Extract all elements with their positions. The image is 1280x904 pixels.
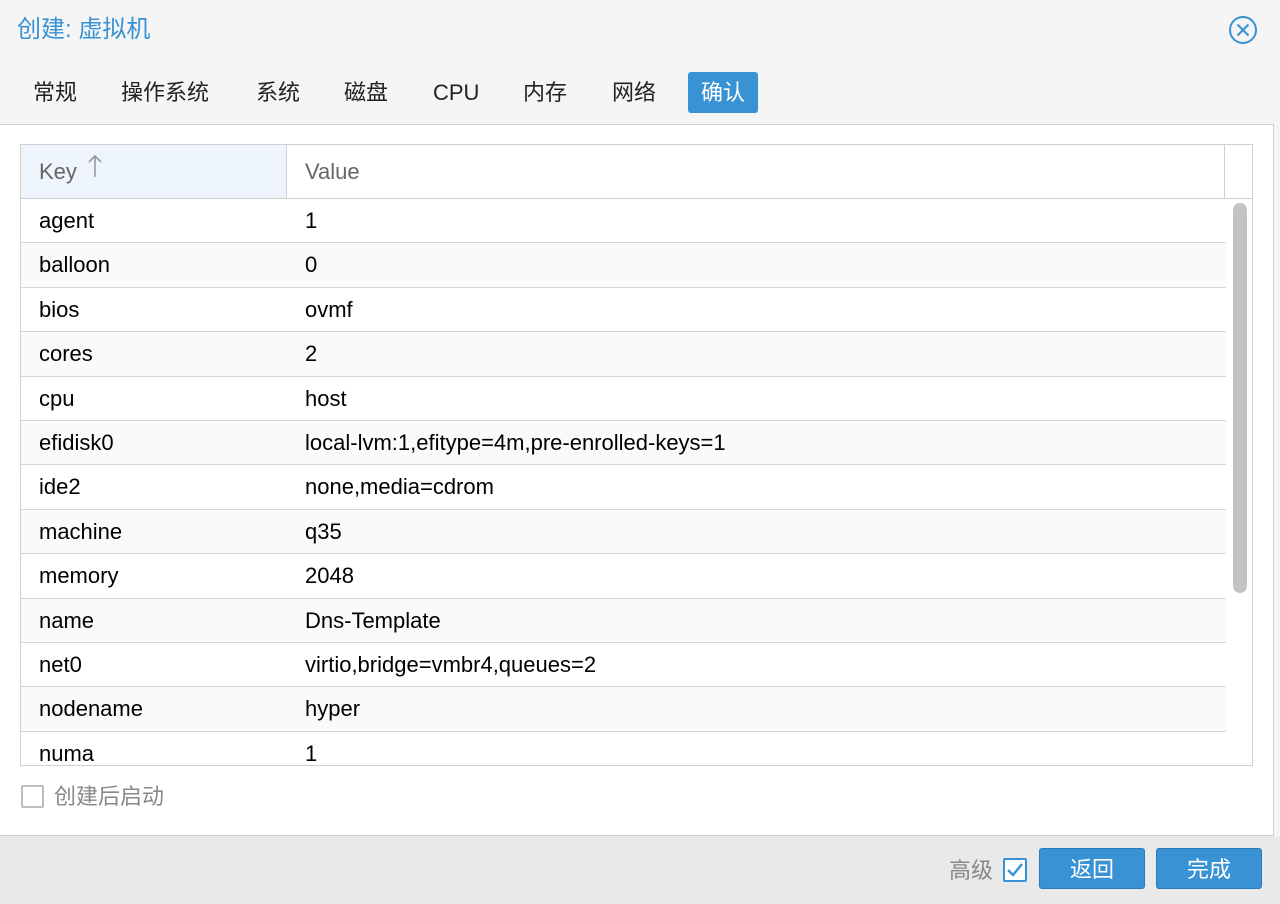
row-value: Dns-Template bbox=[305, 607, 441, 633]
row-key: ide2 bbox=[39, 474, 81, 500]
sort-ascending-icon bbox=[87, 145, 103, 198]
row-key: machine bbox=[39, 518, 123, 544]
table-row[interactable]: net0 virtio,bridge=vmbr4,queues=2 bbox=[21, 643, 1226, 688]
row-value: q35 bbox=[305, 518, 342, 544]
table-row[interactable]: balloon 0 bbox=[21, 243, 1226, 288]
row-value: hyper bbox=[305, 696, 361, 722]
summary-grid: Key Value agent 1 balloon 0 bios ovmf cores 2 cp… bbox=[20, 144, 1253, 766]
wizard-tabs: 常规 操作系统 系统 磁盘 CPU 内存 网络 确认 bbox=[0, 70, 1280, 116]
table-row[interactable]: cpu host bbox=[21, 377, 1226, 421]
create-vm-dialog: 创建: 虚拟机 常规 操作系统 系统 磁盘 CPU 内存 网络 确认 Key V… bbox=[0, 0, 1280, 904]
column-header-key-label: Key bbox=[39, 159, 77, 184]
grid-scrollbar[interactable] bbox=[1233, 203, 1247, 593]
dialog-titlebar: 创建: 虚拟机 bbox=[0, 0, 1280, 62]
row-value: 1 bbox=[305, 208, 318, 233]
row-key: cpu bbox=[39, 385, 75, 411]
start-after-create-checkbox[interactable] bbox=[21, 785, 44, 808]
grid-body: agent 1 balloon 0 bios ovmf cores 2 cpu host efidi… bbox=[21, 199, 1226, 765]
table-row[interactable]: agent 1 bbox=[21, 199, 1226, 244]
row-value: local-lvm:1,efitype=4m,pre-enrolled-keys… bbox=[305, 429, 726, 455]
row-key: bios bbox=[39, 296, 80, 322]
row-key: numa bbox=[39, 740, 95, 765]
finish-button[interactable]: 完成 bbox=[1156, 848, 1262, 889]
tab-memory[interactable]: 内存 bbox=[510, 72, 580, 113]
advanced-label: 高级 bbox=[949, 858, 994, 883]
tab-system[interactable]: 系统 bbox=[243, 72, 313, 113]
advanced-checkbox[interactable] bbox=[1003, 858, 1027, 882]
row-value: none,media=cdrom bbox=[305, 474, 494, 500]
grid-header: Key Value bbox=[21, 145, 1252, 199]
table-row[interactable]: bios ovmf bbox=[21, 288, 1226, 333]
table-row[interactable]: ide2 none,media=cdrom bbox=[21, 465, 1226, 510]
row-value: 2 bbox=[305, 341, 318, 367]
row-value: 1 bbox=[305, 740, 318, 765]
row-key: net0 bbox=[39, 651, 82, 677]
table-row[interactable]: cores 2 bbox=[21, 332, 1226, 377]
row-key: agent bbox=[39, 208, 95, 233]
table-row[interactable]: memory 2048 bbox=[21, 554, 1226, 599]
close-icon[interactable] bbox=[1228, 15, 1258, 45]
start-after-create-label: 创建后启动 bbox=[54, 784, 165, 809]
dialog-title: 创建: 虚拟机 bbox=[17, 16, 151, 43]
row-value: host bbox=[305, 385, 347, 411]
row-key: cores bbox=[39, 341, 93, 367]
row-value: ovmf bbox=[305, 296, 353, 322]
table-row[interactable]: nodename hyper bbox=[21, 687, 1226, 732]
table-row[interactable]: numa 1 bbox=[21, 732, 1226, 765]
tab-os[interactable]: 操作系统 bbox=[108, 72, 222, 113]
tab-network[interactable]: 网络 bbox=[599, 72, 669, 113]
back-button[interactable]: 返回 bbox=[1039, 848, 1145, 889]
row-value: 2048 bbox=[305, 563, 354, 589]
table-row[interactable]: name Dns-Template bbox=[21, 598, 1226, 643]
row-key: memory bbox=[39, 563, 119, 589]
tab-cpu[interactable]: CPU bbox=[420, 72, 492, 113]
column-header-value[interactable]: Value bbox=[287, 145, 1225, 198]
checkmark-icon bbox=[1007, 863, 1023, 877]
tab-disks[interactable]: 磁盘 bbox=[331, 72, 401, 113]
row-key: nodename bbox=[39, 696, 143, 722]
row-key: efidisk0 bbox=[39, 429, 114, 455]
column-header-key[interactable]: Key bbox=[21, 145, 287, 198]
row-key: name bbox=[39, 607, 95, 633]
tab-confirm[interactable]: 确认 bbox=[688, 72, 759, 113]
row-value: 0 bbox=[305, 252, 318, 278]
table-row[interactable]: machine q35 bbox=[21, 509, 1226, 555]
row-value: virtio,bridge=vmbr4,queues=2 bbox=[305, 651, 597, 677]
row-key: balloon bbox=[39, 252, 110, 278]
tab-general[interactable]: 常规 bbox=[20, 72, 90, 113]
table-row[interactable]: efidisk0 local-lvm:1,efitype=4m,pre-enrol… bbox=[21, 420, 1226, 466]
